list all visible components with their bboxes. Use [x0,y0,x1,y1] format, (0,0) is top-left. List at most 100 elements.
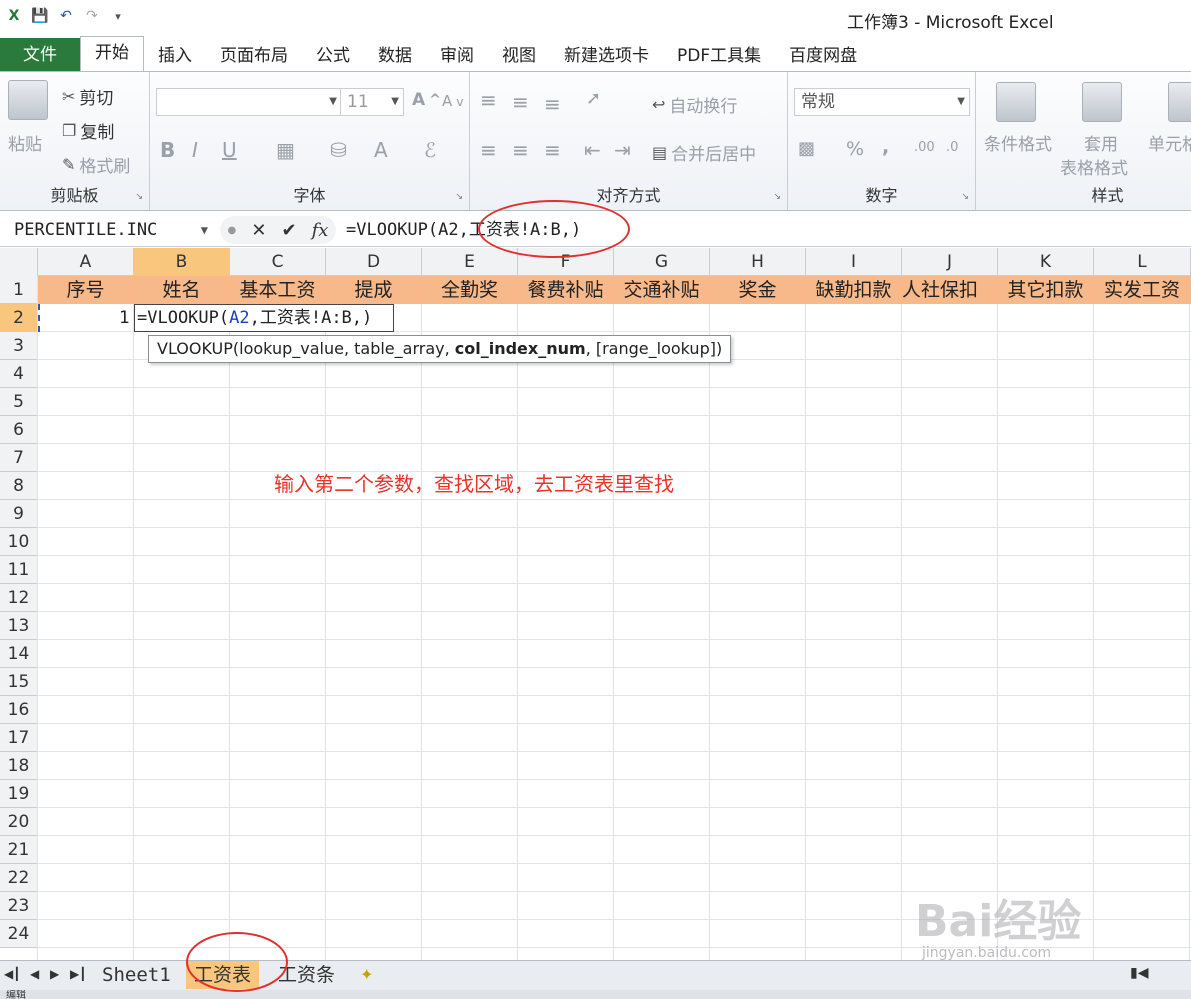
tab-view[interactable]: 视图 [488,40,550,72]
align-middle-icon[interactable]: ≡ [512,90,529,114]
row-header-14[interactable]: 14 [0,640,38,668]
tooltip-tail[interactable]: , [range_lookup]) [586,339,723,358]
number-format-select[interactable]: 常规 ▼ [794,88,970,116]
format-as-table-top[interactable]: 套用 [1084,130,1118,155]
active-cell-editor[interactable]: =VLOOKUP(A2,工资表!A:B,) [134,304,394,332]
row-header-17[interactable]: 17 [0,724,38,752]
header-cell-meal-allowance[interactable]: 餐费补贴 [518,276,614,304]
grow-font-icon[interactable]: A ^ [412,90,441,110]
align-bottom-icon[interactable]: ≡ [544,92,561,116]
column-header-i[interactable]: I [806,248,902,276]
tab-pdf-tools[interactable]: PDF工具集 [663,40,775,72]
align-center-icon[interactable]: ≡ [512,138,529,162]
border-icon[interactable]: ▦ [276,138,295,162]
header-cell-base-salary[interactable]: 基本工资 [230,276,326,304]
header-cell-social-insurance[interactable]: 人社保扣 [902,276,998,304]
row-header-4[interactable]: 4 [0,360,38,388]
formula-input[interactable]: =VLOOKUP(A2,工资表!A:B,) [346,216,581,244]
tab-insert[interactable]: 插入 [144,40,206,72]
tab-data[interactable]: 数据 [364,40,426,72]
tooltip-fn[interactable]: VLOOKUP(lookup_value, table_array, [157,339,455,358]
italic-icon[interactable]: I [192,138,198,162]
select-all-corner[interactable] [0,248,38,276]
undo-icon[interactable]: ↶ [56,6,76,26]
first-sheet-icon[interactable]: ◀┃ [4,967,20,981]
tab-file[interactable]: 文件 [0,38,80,72]
align-left-icon[interactable]: ≡ [480,138,497,162]
header-cell-transport-allowance[interactable]: 交通补贴 [614,276,710,304]
row-header-11[interactable]: 11 [0,556,38,584]
sheet-tab-sheet1[interactable]: Sheet1 [94,961,179,989]
merge-center-button[interactable]: ▤ 合并后居中 [652,140,756,165]
fill-color-icon[interactable]: ⛁ [330,138,347,162]
header-cell-name[interactable]: 姓名 [134,276,230,304]
tab-home[interactable]: 开始 [80,36,144,72]
conditional-format-button[interactable]: 条件格式 [984,130,1052,155]
decrease-indent-icon[interactable]: ⇤ [584,138,601,162]
row-header-16[interactable]: 16 [0,696,38,724]
tab-review[interactable]: 审阅 [426,40,488,72]
column-header-e[interactable]: E [422,248,518,276]
format-as-table-bottom[interactable]: 表格格式 [1060,154,1128,179]
align-right-icon[interactable]: ≡ [544,138,561,162]
shrink-font-icon[interactable]: Av [442,92,464,110]
cell-styles-button[interactable]: 单元格 [1148,130,1191,155]
orientation-icon[interactable]: ➚ [586,88,601,109]
tab-new[interactable]: 新建选项卡 [550,40,663,72]
percent-icon[interactable]: % [846,138,864,160]
row-header-7[interactable]: 7 [0,444,38,472]
dialog-launcher-icon[interactable]: ↘ [455,192,463,202]
column-header-k[interactable]: K [998,248,1094,276]
format-painter-button[interactable]: ✎ 格式刷 [62,152,130,177]
next-sheet-icon[interactable]: ▶ [50,967,59,981]
save-icon[interactable]: 💾 [30,6,50,26]
column-header-a[interactable]: A [38,248,134,276]
row-header-21[interactable]: 21 [0,836,38,864]
cell-styles-icon[interactable] [1168,82,1191,122]
dialog-launcher-icon[interactable]: ↘ [135,192,143,202]
header-cell-no[interactable]: 序号 [38,276,134,304]
row-header-19[interactable]: 19 [0,780,38,808]
underline-icon[interactable]: U [222,138,237,162]
horizontal-scrollbar[interactable]: ▮◀ [1130,965,1148,981]
header-cell-attendance-bonus[interactable]: 全勤奖 [422,276,518,304]
column-header-b[interactable]: B [134,248,230,276]
resize-handle-icon[interactable]: ● [228,225,237,236]
header-cell-absence-deduction[interactable]: 缺勤扣款 [806,276,902,304]
align-top-icon[interactable]: ≡ [480,88,497,112]
cancel-icon[interactable]: ✕ [251,220,266,241]
currency-icon[interactable]: ▩ [798,138,815,159]
paste-button[interactable]: 粘贴 [8,130,42,155]
tooltip-current-arg[interactable]: col_index_num [455,339,586,358]
column-header-g[interactable]: G [614,248,710,276]
header-cell-other-deduction[interactable]: 其它扣款 [998,276,1094,304]
column-header-f[interactable]: F [518,248,614,276]
header-cell-bonus[interactable]: 奖金 [710,276,806,304]
row-header-9[interactable]: 9 [0,500,38,528]
row-header-15[interactable]: 15 [0,668,38,696]
column-header-d[interactable]: D [326,248,422,276]
tab-formulas[interactable]: 公式 [302,40,364,72]
redo-icon[interactable]: ↷ [82,6,102,26]
row-header-20[interactable]: 20 [0,808,38,836]
conditional-format-icon[interactable] [996,82,1036,122]
row-header-1[interactable]: 1 [0,276,38,304]
font-color-icon[interactable]: A [374,138,388,162]
header-cell-net-pay[interactable]: 实发工资 [1094,276,1191,304]
font-family-select[interactable]: ▼ [156,88,342,116]
increase-decimal-icon[interactable]: .00 [914,140,935,155]
column-header-h[interactable]: H [710,248,806,276]
row-header-2[interactable]: 2 [0,304,38,332]
prev-sheet-icon[interactable]: ◀ [30,967,39,981]
dialog-launcher-icon[interactable]: ↘ [961,192,969,202]
header-cell-commission[interactable]: 提成 [326,276,422,304]
row-header-18[interactable]: 18 [0,752,38,780]
enter-icon[interactable]: ✔ [281,220,296,241]
column-header-l[interactable]: L [1094,248,1191,276]
tab-baidu-netdisk[interactable]: 百度网盘 [775,40,871,72]
dialog-launcher-icon[interactable]: ↘ [773,192,781,202]
last-sheet-icon[interactable]: ▶┃ [70,967,86,981]
font-size-select[interactable]: 11 ▼ [340,88,404,116]
paste-icon[interactable] [8,80,48,120]
insert-sheet-icon[interactable]: ✦ [360,965,373,984]
